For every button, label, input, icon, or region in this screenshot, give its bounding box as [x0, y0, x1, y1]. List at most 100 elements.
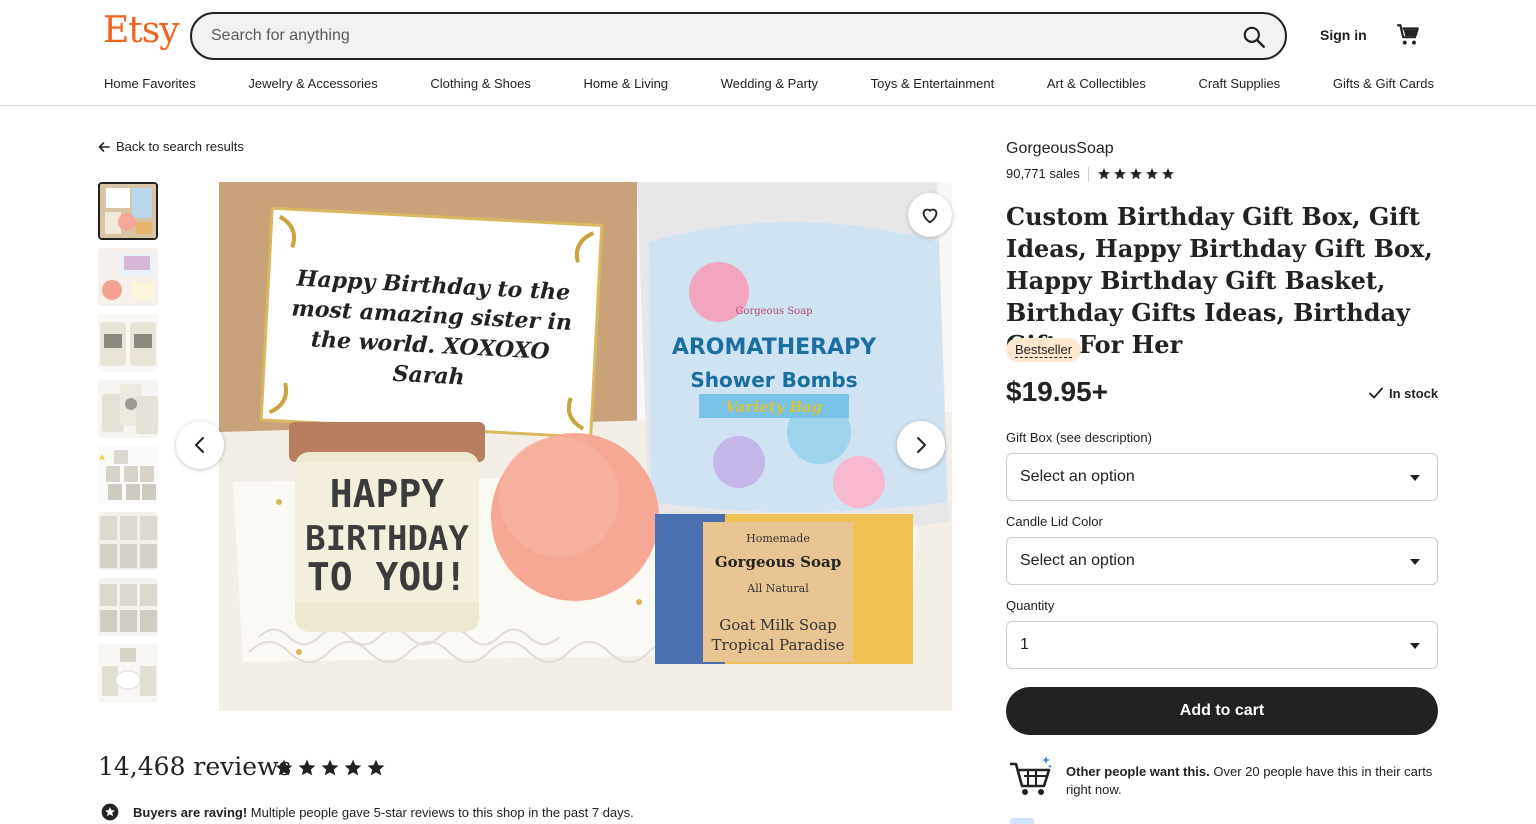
soap-line-3: All Natural	[746, 582, 809, 595]
chevron-left-icon	[195, 437, 204, 453]
nav-item-gifts-gift-cards[interactable]: Gifts & Gift Cards	[1333, 76, 1434, 94]
candle-lid-color-label: Candle Lid Color	[1006, 514, 1103, 529]
listing-price: $19.95+	[1006, 376, 1108, 407]
quantity-label: Quantity	[1006, 598, 1055, 613]
heart-icon	[922, 208, 938, 224]
quantity-value: 1	[1020, 636, 1029, 653]
thumbnail-image	[98, 446, 158, 504]
shop-name-link[interactable]: GorgeousSoap	[1006, 140, 1114, 158]
previous-image-button[interactable]	[176, 421, 224, 469]
star-icon	[1129, 167, 1142, 179]
nav-item-art-collectibles[interactable]: Art & Collectibles	[1047, 76, 1146, 94]
gift-box-value: Select an option	[1020, 468, 1135, 485]
nav-item-home-favorites[interactable]: Home Favorites	[104, 76, 196, 94]
star-badge-icon	[101, 803, 119, 821]
bag-line-3: Variety Bag	[726, 398, 823, 416]
candle-lid-color-select[interactable]: Select an option	[1006, 537, 1438, 585]
thumbnail-5[interactable]	[98, 446, 158, 504]
caret-down-icon	[1410, 559, 1420, 565]
thumbnail-2[interactable]	[98, 248, 158, 306]
star-icon	[367, 759, 385, 776]
shopping-cart-sparkle-icon	[1010, 756, 1053, 795]
raving-bold: Buyers are raving!	[133, 804, 248, 820]
favorite-button[interactable]	[908, 193, 952, 237]
star-icon	[275, 759, 293, 776]
thumbnail-strip	[98, 182, 158, 710]
next-image-button[interactable]	[897, 421, 945, 469]
badge-label: Bestseller	[1015, 342, 1073, 358]
back-label: Back to search results	[116, 139, 244, 154]
site-header: Etsy Search for anything Sign in Home Fa…	[0, 0, 1536, 106]
stock-status: In stock	[1368, 385, 1438, 401]
star-icon	[298, 759, 316, 776]
thumbnail-image	[98, 644, 158, 702]
thumbnail-4[interactable]	[98, 380, 158, 438]
star-icon	[1113, 167, 1126, 179]
buyers-raving-notice: Buyers are raving! Multiple people gave …	[100, 802, 634, 822]
category-nav: Home Favorites Jewelry & Accessories Clo…	[104, 76, 1434, 94]
stock-label: In stock	[1389, 385, 1439, 401]
quantity-select[interactable]: 1	[1006, 621, 1438, 669]
search-icon[interactable]	[1241, 24, 1267, 50]
arrow-left-icon	[98, 141, 110, 152]
nav-item-home-living[interactable]: Home & Living	[584, 76, 669, 94]
nav-item-wedding-party[interactable]: Wedding & Party	[721, 76, 818, 94]
star-icon	[321, 759, 339, 776]
reviews-count[interactable]: 14,468 reviews	[98, 752, 291, 781]
nav-item-jewelry-accessories[interactable]: Jewelry & Accessories	[248, 76, 377, 94]
gift-box-photo: Happy Birthday to the most amazing siste…	[219, 182, 952, 711]
thumbnail-image	[98, 512, 158, 570]
thumbnail-image	[98, 578, 158, 636]
shop-star-rating[interactable]	[1097, 167, 1175, 181]
bag-line-2: Shower Bombs	[690, 368, 857, 392]
candle-line-2: BIRTHDAY	[305, 519, 469, 559]
soap-line-1: Homemade	[746, 532, 810, 545]
checkmark-icon	[1369, 387, 1383, 399]
thumbnail-7[interactable]	[98, 578, 158, 636]
soap-line-5: Tropical Paradise	[712, 636, 845, 654]
search-bar[interactable]: Search for anything	[190, 12, 1287, 60]
reviews-star-rating	[274, 758, 386, 778]
cart-icon[interactable]	[1395, 22, 1421, 48]
shop-sales-row: 90,771 sales	[1006, 166, 1175, 181]
thumbnail-image	[100, 184, 156, 238]
listing-title: Custom Birthday Gift Box, Gift Ideas, Ha…	[1006, 202, 1433, 359]
thumbnail-1[interactable]	[98, 182, 158, 240]
star-icon	[344, 759, 362, 776]
nav-item-clothing-shoes[interactable]: Clothing & Shoes	[430, 76, 530, 94]
soap-line-2: Gorgeous Soap	[715, 553, 841, 571]
bestseller-badge[interactable]: Bestseller	[1006, 338, 1082, 362]
star-icon	[1145, 167, 1158, 179]
back-to-results-link[interactable]: Back to search results	[98, 139, 244, 154]
main-product-image[interactable]: Happy Birthday to the most amazing siste…	[219, 182, 952, 711]
thumbnail-image	[98, 380, 158, 438]
caret-down-icon	[1410, 643, 1420, 649]
star-icon	[1161, 167, 1174, 179]
candle-lid-color-value: Select an option	[1020, 552, 1135, 569]
thumbnail-3[interactable]	[98, 314, 158, 372]
bag-brand: Gorgeous Soap	[735, 306, 812, 317]
star-icon	[1097, 167, 1110, 179]
thumbnail-8[interactable]	[98, 644, 158, 702]
nav-item-toys-entertainment[interactable]: Toys & Entertainment	[871, 76, 995, 94]
divider	[1087, 166, 1089, 181]
sales-count: 90,771 sales	[1006, 166, 1080, 181]
bag-line-1: AROMATHERAPY	[672, 335, 877, 360]
add-to-cart-button[interactable]: Add to cart	[1006, 687, 1438, 735]
search-input[interactable]: Search for anything	[211, 27, 350, 45]
partial-badge	[1010, 818, 1034, 824]
sign-in-link[interactable]: Sign in	[1320, 27, 1367, 43]
thumbnail-6[interactable]	[98, 512, 158, 570]
gift-box-select[interactable]: Select an option	[1006, 453, 1438, 501]
etsy-logo[interactable]: Etsy	[103, 10, 180, 51]
raving-text: Multiple people gave 5-star reviews to t…	[247, 804, 634, 820]
demand-bold: Other people want this.	[1066, 764, 1210, 779]
caret-down-icon	[1410, 475, 1420, 481]
thumbnail-image	[98, 314, 158, 372]
candle-line-3: TO YOU!	[307, 555, 467, 599]
card-line-4: Sarah	[392, 361, 465, 391]
nav-item-craft-supplies[interactable]: Craft Supplies	[1199, 76, 1281, 94]
gift-box-label: Gift Box (see description)	[1006, 430, 1152, 445]
candle-line-1: HAPPY	[330, 472, 445, 516]
soap-line-4: Goat Milk Soap	[719, 616, 836, 634]
